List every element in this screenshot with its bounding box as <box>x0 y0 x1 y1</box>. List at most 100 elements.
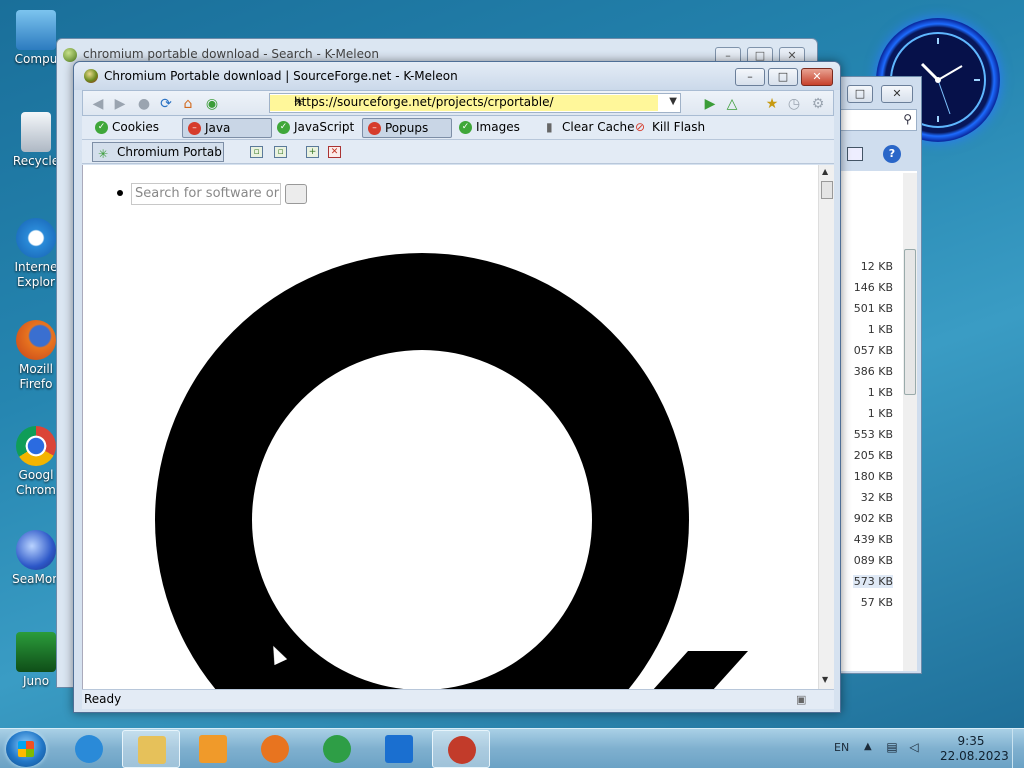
chrome-icon <box>323 735 351 763</box>
address-bar[interactable]: ✳ https://sourceforge.net/projects/crpor… <box>269 93 681 113</box>
file-size-cell: 553 KB <box>853 428 893 441</box>
k-meleon-icon <box>84 69 98 83</box>
file-size-cell: 089 KB <box>853 554 893 567</box>
javascript-toggle[interactable]: ✓ JavaScript <box>272 118 360 138</box>
status-bar: Ready ▣ <box>82 689 834 709</box>
home-icon[interactable]: ⌂ <box>179 95 197 113</box>
tab-chromium-portable[interactable]: ✳ Chromium Portab... <box>92 142 224 162</box>
date-text: 22.08.2023 <box>940 749 1009 763</box>
go-icon[interactable]: ▶ <box>701 95 719 113</box>
new-window-icon[interactable]: ▫ <box>250 146 263 158</box>
start-button[interactable] <box>6 731 46 767</box>
taskbar-app-maxthon[interactable] <box>370 730 428 768</box>
globe-icon[interactable]: ◉ <box>203 95 221 113</box>
cookies-label: Cookies <box>112 120 159 134</box>
file-size-cell: 32 KB <box>860 491 893 504</box>
block-icon: – <box>368 122 381 135</box>
time-text: 9:35 <box>957 734 985 748</box>
scrollbar-thumb[interactable] <box>904 249 916 395</box>
check-icon: ✓ <box>459 121 472 134</box>
sourceforge-logo-image <box>155 253 689 689</box>
k-meleon-icon <box>63 48 77 62</box>
file-size-cell: 12 KB <box>860 260 893 273</box>
images-toggle[interactable]: ✓ Images <box>454 118 526 138</box>
close-button[interactable]: ✕ <box>881 85 913 103</box>
taskbar-app-firefox[interactable] <box>246 730 304 768</box>
kill-flash-label: Kill Flash <box>652 120 706 134</box>
volume-muted-icon[interactable]: ◁ <box>906 739 922 755</box>
search-icon: ⚲ <box>903 112 912 126</box>
block-icon: – <box>188 122 201 135</box>
popups-label: Popups <box>385 121 429 135</box>
search-button[interactable] <box>285 184 307 204</box>
popups-toggle[interactable]: – Popups <box>362 118 452 138</box>
browser-window[interactable]: Chromium Portable download | SourceForge… <box>73 61 841 713</box>
up-icon[interactable]: △ <box>723 95 741 113</box>
chevron-down-icon[interactable]: ▼ <box>669 96 677 107</box>
seamonkey-icon <box>16 530 56 570</box>
images-label: Images <box>476 120 520 134</box>
reload-icon[interactable]: ⟳ <box>157 95 175 113</box>
javascript-label: JavaScript <box>294 120 355 134</box>
trash-icon: ▮ <box>546 120 553 134</box>
network-icon[interactable]: ▤ <box>884 739 900 755</box>
loading-icon: ✳ <box>98 147 109 161</box>
title-bar[interactable]: Chromium Portable download | SourceForge… <box>74 62 840 90</box>
tab-label: Chromium Portab... <box>117 145 224 159</box>
kill-flash-button[interactable]: ⊘ Kill Flash <box>630 118 711 138</box>
show-hidden-icons-icon[interactable]: ▲ <box>864 741 872 752</box>
explorer-search-input[interactable]: ⚲ <box>839 109 917 131</box>
media-player-icon <box>199 735 227 763</box>
scrollbar[interactable] <box>903 173 917 671</box>
cookies-toggle[interactable]: ✓ Cookies <box>90 118 165 138</box>
details-pane-icon[interactable] <box>847 147 863 161</box>
new-tab-icon[interactable]: + <box>306 146 319 158</box>
file-explorer-icon <box>138 736 166 764</box>
taskbar-app-internet-explorer[interactable] <box>60 730 118 768</box>
firefox-icon <box>16 320 56 360</box>
taskbar-app-media-player[interactable] <box>184 730 242 768</box>
scroll-up-icon[interactable]: ▲ <box>822 167 828 176</box>
java-toggle[interactable]: – Java <box>182 118 272 138</box>
list-bullet <box>117 190 123 196</box>
file-size-cell: 180 KB <box>853 470 893 483</box>
forward-icon[interactable]: ▶ <box>111 95 129 113</box>
clear-cache-button[interactable]: ▮ Clear Cache <box>540 118 641 138</box>
file-size-cell: 1 KB <box>867 407 893 420</box>
taskbar-app-k-meleon[interactable] <box>432 730 490 768</box>
scroll-down-icon[interactable]: ▼ <box>822 675 828 684</box>
help-icon[interactable]: ? <box>883 145 901 163</box>
security-lock-icon: ▣ <box>796 693 807 706</box>
system-clock[interactable]: 9:35 22.08.2023 <box>940 734 1009 764</box>
windows-logo-icon <box>18 741 34 757</box>
window-title: Chromium Portable download | SourceForge… <box>104 69 458 83</box>
scrollbar[interactable]: ▲ ▼ <box>818 165 834 689</box>
page-content: Search for software or solutions <box>82 165 818 689</box>
maximize-button[interactable]: □ <box>847 85 873 103</box>
computer-icon <box>16 10 56 50</box>
file-size-cell: 439 KB <box>853 533 893 546</box>
recycle-bin-icon <box>21 112 51 152</box>
file-size-cell: 57 KB <box>860 596 893 609</box>
check-icon: ✓ <box>95 121 108 134</box>
scrollbar-thumb[interactable] <box>821 181 833 199</box>
language-indicator[interactable]: EN <box>834 741 849 754</box>
url-text: https://sourceforge.net/projects/crporta… <box>294 95 554 109</box>
close-button[interactable]: ✕ <box>801 68 833 86</box>
clear-cache-label: Clear Cache <box>562 120 635 134</box>
stop-icon[interactable]: ● <box>135 95 153 113</box>
close-tab-icon[interactable]: ✕ <box>328 146 341 158</box>
minimize-button[interactable]: – <box>735 68 765 86</box>
bookmark-star-icon[interactable]: ★ <box>763 95 781 113</box>
gear-icon[interactable]: ⚙ <box>809 95 827 113</box>
duplicate-window-icon[interactable]: ▫ <box>274 146 287 158</box>
url-text-area[interactable]: ✳ https://sourceforge.net/projects/crpor… <box>270 95 658 111</box>
taskbar-app-chrome[interactable] <box>308 730 366 768</box>
history-icon[interactable]: ◷ <box>785 95 803 113</box>
file-size-cell: 057 KB <box>853 344 893 357</box>
search-input[interactable]: Search for software or solutions <box>131 183 281 205</box>
maximize-button[interactable]: □ <box>768 68 798 86</box>
show-desktop-button[interactable] <box>1012 729 1024 768</box>
back-icon[interactable]: ◀ <box>89 95 107 113</box>
taskbar-app-file-explorer[interactable] <box>122 730 180 768</box>
